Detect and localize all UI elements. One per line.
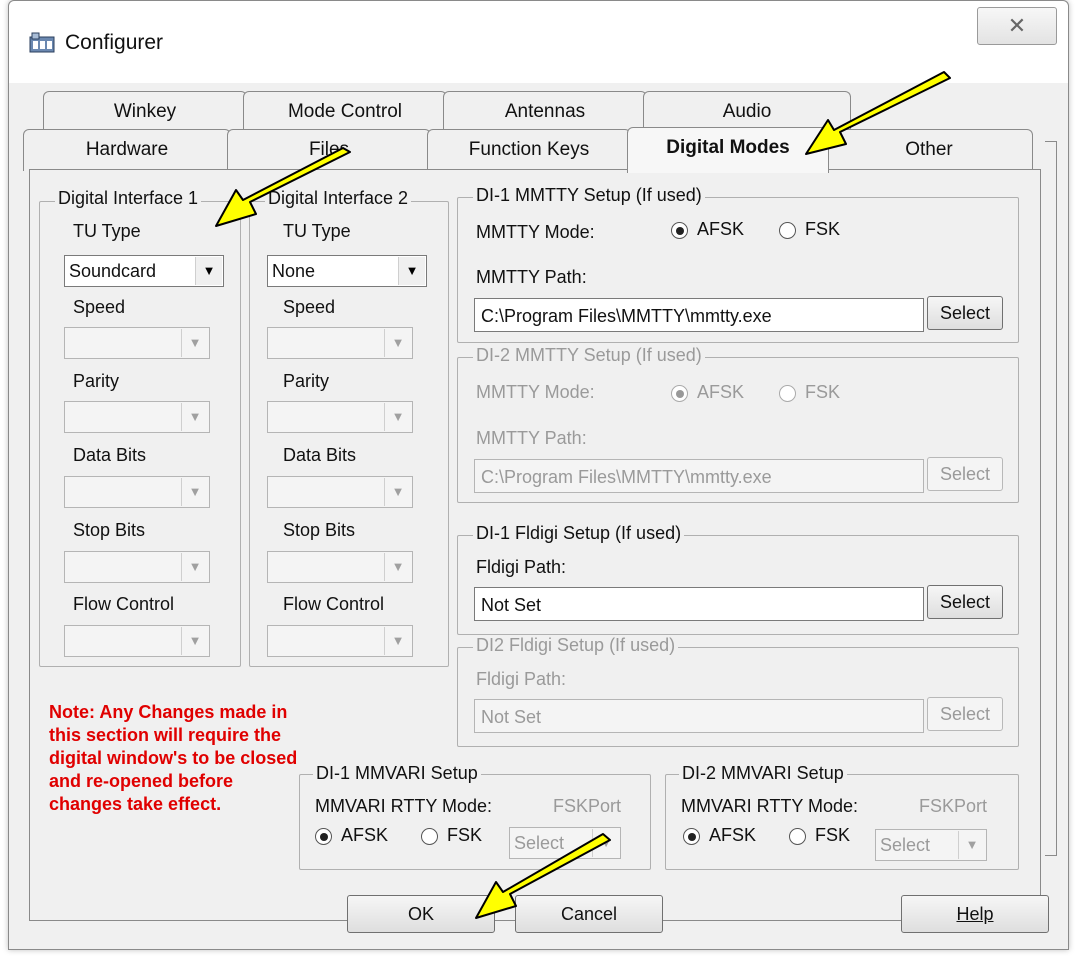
mmtty2-afsk-label: AFSK: [697, 382, 745, 402]
tab-antennas[interactable]: Antennas: [443, 91, 647, 133]
tab-hardware[interactable]: Hardware: [23, 129, 231, 171]
mmvari1-afsk-radio[interactable]: [315, 828, 332, 845]
di1-parity-label: Parity: [73, 371, 120, 391]
chevron-down-icon: ▼: [384, 553, 411, 581]
fldigi2-path-input[interactable]: Not Set: [474, 699, 924, 733]
fldigi1-path-input[interactable]: Not Set: [474, 587, 924, 621]
chevron-down-icon: ▼: [398, 257, 425, 285]
di2-speed-label: Speed: [283, 297, 336, 317]
mmvari2-mode-label: MMVARI RTTY Mode:: [681, 796, 859, 816]
chevron-down-icon: ▼: [384, 478, 411, 506]
chevron-down-icon: ▼: [181, 627, 208, 655]
fldigi2-select-button[interactable]: Select: [927, 697, 1003, 731]
mmtty2-select-button[interactable]: Select: [927, 457, 1003, 491]
mmvari1-group-label: DI-1 MMVARI Setup: [313, 763, 481, 784]
di2-flow-control-label: Flow Control: [283, 594, 385, 614]
mmvari2-afsk-radio[interactable]: [683, 828, 700, 845]
fldigi1-group-label: DI-1 Fldigi Setup (If used): [473, 523, 685, 544]
chevron-down-icon: ▼: [384, 329, 411, 357]
tab-winkey[interactable]: Winkey: [43, 91, 247, 133]
mmtty2-afsk-radio[interactable]: [671, 385, 688, 402]
mmvari1-fskport-label: FSKPort: [553, 796, 622, 816]
di1-tu-type-label: TU Type: [73, 221, 141, 241]
di1-speed-select[interactable]: ▼: [64, 327, 210, 359]
mmvari2-fsk-label: FSK: [815, 825, 851, 845]
mmtty1-group-label: DI-1 MMTTY Setup (If used): [473, 185, 705, 206]
mmtty1-select-button[interactable]: Select: [927, 296, 1003, 330]
chevron-down-icon: ▼: [384, 627, 411, 655]
di1-data-bits-select[interactable]: ▼: [64, 476, 210, 508]
mmtty2-group-label: DI-2 MMTTY Setup (If used): [473, 345, 705, 366]
chevron-down-icon: ▼: [181, 553, 208, 581]
arrow-tu-type-icon: [215, 147, 351, 227]
mmvari2-fsk-radio[interactable]: [789, 828, 806, 845]
di1-parity-select[interactable]: ▼: [64, 401, 210, 433]
digital-interface-1-label: Digital Interface 1: [55, 188, 202, 209]
tab-digital-modes[interactable]: Digital Modes: [627, 127, 829, 173]
tab-function-keys[interactable]: Function Keys: [427, 129, 631, 171]
di2-stop-bits-label: Stop Bits: [283, 520, 356, 540]
panel-shadow: [1045, 141, 1057, 856]
chevron-down-icon: ▼: [181, 403, 208, 431]
di2-parity-select[interactable]: ▼: [267, 401, 413, 433]
mmtty2-fsk-label: FSK: [805, 382, 841, 402]
mmvari2-afsk-label: AFSK: [709, 825, 757, 845]
di1-flow-control-select[interactable]: ▼: [64, 625, 210, 657]
fldigi2-group-label: DI2 Fldigi Setup (If used): [473, 635, 679, 656]
chevron-down-icon: ▼: [195, 257, 222, 285]
mmtty1-mode-label: MMTTY Mode:: [476, 222, 595, 242]
mmvari1-afsk-label: AFSK: [341, 825, 389, 845]
chevron-down-icon: ▼: [384, 403, 411, 431]
mmtty1-fsk-radio[interactable]: [779, 222, 796, 239]
di1-tu-type-select[interactable]: Soundcard ▼: [64, 255, 224, 287]
mmtty1-path-input[interactable]: C:\Program Files\MMTTY\mmtty.exe: [474, 298, 924, 332]
di1-data-bits-label: Data Bits: [73, 445, 147, 465]
chevron-down-icon: ▼: [181, 329, 208, 357]
di2-parity-label: Parity: [283, 371, 330, 391]
di2-tu-type-select[interactable]: None ▼: [267, 255, 427, 287]
di1-flow-control-label: Flow Control: [73, 594, 175, 614]
di2-speed-select[interactable]: ▼: [267, 327, 413, 359]
mmtty1-afsk-label: AFSK: [697, 219, 745, 239]
mmvari2-fskport-label: FSKPort: [919, 796, 988, 816]
di1-stop-bits-select[interactable]: ▼: [64, 551, 210, 583]
di2-data-bits-label: Data Bits: [283, 445, 357, 465]
warning-note: Note: Any Changes made in this section w…: [49, 702, 298, 814]
mmtty2-path-input[interactable]: C:\Program Files\MMTTY\mmtty.exe: [474, 459, 924, 493]
window-title: Configurer: [65, 31, 164, 54]
chevron-down-icon: ▼: [181, 478, 208, 506]
mmtty2-path-label: MMTTY Path:: [476, 428, 587, 448]
mmtty2-fsk-radio[interactable]: [779, 385, 796, 402]
mmtty1-afsk-radio[interactable]: [671, 222, 688, 239]
di1-stop-bits-label: Stop Bits: [73, 520, 146, 540]
arrow-digital-modes-icon: [805, 71, 951, 155]
help-button[interactable]: Help: [901, 895, 1049, 933]
mmtty1-path-label: MMTTY Path:: [476, 267, 587, 287]
mmvari2-group-label: DI-2 MMVARI Setup: [679, 763, 847, 784]
close-button[interactable]: ✕: [977, 7, 1057, 45]
di2-flow-control-select[interactable]: ▼: [267, 625, 413, 657]
fldigi2-path-label: Fldigi Path:: [476, 669, 567, 689]
mmtty1-fsk-label: FSK: [805, 219, 841, 239]
di1-speed-label: Speed: [73, 297, 126, 317]
mmtty2-mode-label: MMTTY Mode:: [476, 382, 595, 402]
fldigi1-select-button[interactable]: Select: [927, 585, 1003, 619]
mmvari1-fsk-radio[interactable]: [421, 828, 438, 845]
mmvari2-fskport-select[interactable]: Select ▼: [875, 829, 987, 861]
tab-mode-control[interactable]: Mode Control: [243, 91, 447, 133]
app-icon: [29, 32, 55, 53]
chevron-down-icon: ▼: [958, 831, 985, 859]
fldigi1-path-label: Fldigi Path:: [476, 557, 567, 577]
arrow-ok-button-icon: [475, 833, 611, 919]
mmvari1-mode-label: MMVARI RTTY Mode:: [315, 796, 493, 816]
di2-data-bits-select[interactable]: ▼: [267, 476, 413, 508]
close-icon: ✕: [1007, 13, 1027, 38]
di2-stop-bits-select[interactable]: ▼: [267, 551, 413, 583]
